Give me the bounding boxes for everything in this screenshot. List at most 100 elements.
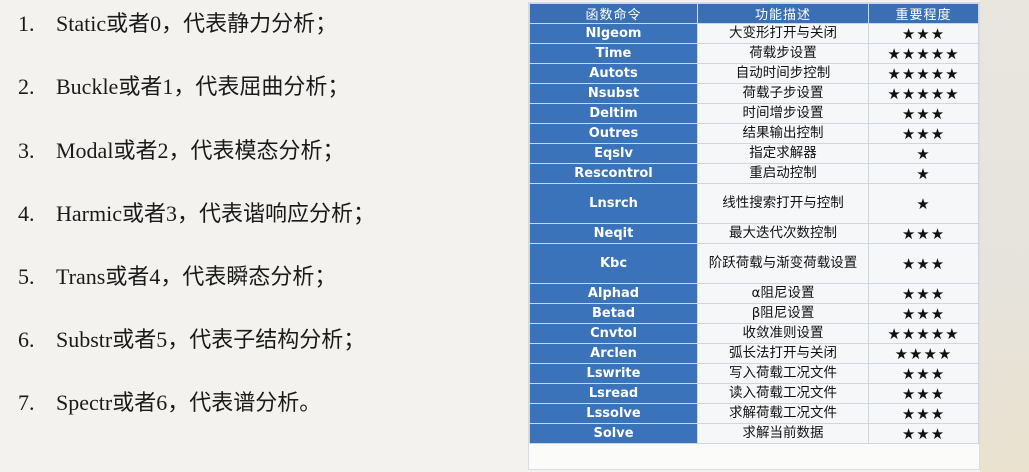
list-item: 1. Static或者0，代表静力分析； xyxy=(18,6,337,38)
description-cell: 荷载步设置 xyxy=(697,43,869,64)
description-cell: 收敛准则设置 xyxy=(697,323,869,344)
header-command: 函数命令 xyxy=(529,3,698,24)
rating-cell: ★★★ xyxy=(868,23,979,44)
background-edge xyxy=(980,0,1029,472)
list-item: 3. Modal或者2，代表模态分析； xyxy=(18,133,344,165)
command-cell: Deltim xyxy=(529,103,698,124)
table-row: Lsread 读入荷载工况文件 ★★★ xyxy=(529,383,979,404)
rating-cell: ★★★ xyxy=(868,303,979,324)
description-cell: 自动时间步控制 xyxy=(697,63,869,84)
table-row: Alphad α阻尼设置 ★★★ xyxy=(529,283,979,304)
table-row: Arclen 弧长法打开与关闭 ★★★★ xyxy=(529,343,979,364)
rating-cell: ★★★★★ xyxy=(868,323,979,344)
list-item-number: 1. xyxy=(18,11,35,36)
description-cell: 大变形打开与关闭 xyxy=(697,23,869,44)
command-cell: Rescontrol xyxy=(529,163,698,184)
rating-cell: ★★★ xyxy=(868,283,979,304)
description-cell: α阻尼设置 xyxy=(697,283,869,304)
description-cell: 结果输出控制 xyxy=(697,123,869,144)
command-table-panel: 函数命令 功能描述 重要程度 Nlgeom 大变形打开与关闭 ★★★ Time … xyxy=(529,3,979,469)
rating-cell: ★★★ xyxy=(868,383,979,404)
table-row: Eqslv 指定求解器 ★ xyxy=(529,143,979,164)
list-item: 6. Substr或者5，代表子结构分析； xyxy=(18,322,365,354)
list-item: 5. Trans或者4，代表瞬态分析； xyxy=(18,259,336,291)
rating-cell: ★ xyxy=(868,143,979,164)
description-cell: 写入荷载工况文件 xyxy=(697,363,869,384)
description-cell: 阶跃荷载与渐变荷载设置 xyxy=(697,243,869,284)
list-item-text: Modal或者2，代表模态分析； xyxy=(56,138,345,163)
command-cell: Lnsrch xyxy=(529,183,698,224)
list-item: 4. Harmic或者3，代表谐响应分析； xyxy=(18,196,375,228)
description-cell: β阻尼设置 xyxy=(697,303,869,324)
table-row: Rescontrol 重启动控制 ★ xyxy=(529,163,979,184)
header-importance: 重要程度 xyxy=(868,3,979,24)
command-cell: Arclen xyxy=(529,343,698,364)
table-row: Cnvtol 收敛准则设置 ★★★★★ xyxy=(529,323,979,344)
rating-cell: ★★★ xyxy=(868,423,979,444)
list-item: 2. Buckle或者1，代表屈曲分析； xyxy=(18,69,349,101)
rating-cell: ★★★★★ xyxy=(868,63,979,84)
list-item-number: 5. xyxy=(18,264,35,289)
table-row: Nsubst 荷载子步设置 ★★★★★ xyxy=(529,83,979,104)
description-cell: 求解荷载工况文件 xyxy=(697,403,869,424)
rating-cell: ★★★★ xyxy=(868,343,979,364)
command-table: 函数命令 功能描述 重要程度 Nlgeom 大变形打开与关闭 ★★★ Time … xyxy=(529,3,979,444)
rating-cell: ★★★★★ xyxy=(868,83,979,104)
analysis-type-list: 1. Static或者0，代表静力分析； 2. Buckle或者1，代表屈曲分析； … xyxy=(0,0,500,472)
description-cell: 最大迭代次数控制 xyxy=(697,223,869,244)
command-cell: Kbc xyxy=(529,243,698,284)
rating-cell: ★★★ xyxy=(868,223,979,244)
command-cell: Lswrite xyxy=(529,363,698,384)
list-item-text: Spectr或者6，代表谱分析。 xyxy=(56,390,322,415)
table-row: Lswrite 写入荷载工况文件 ★★★ xyxy=(529,363,979,384)
command-cell: Outres xyxy=(529,123,698,144)
command-cell: Time xyxy=(529,43,698,64)
table-row: Deltim 时间增步设置 ★★★ xyxy=(529,103,979,124)
description-cell: 读入荷载工况文件 xyxy=(697,383,869,404)
rating-cell: ★★★ xyxy=(868,363,979,384)
command-cell: Betad xyxy=(529,303,698,324)
list-item-text: Static或者0，代表静力分析； xyxy=(56,11,338,36)
description-cell: 重启动控制 xyxy=(697,163,869,184)
table-row: Time 荷载步设置 ★★★★★ xyxy=(529,43,979,64)
table-row: Autots 自动时间步控制 ★★★★★ xyxy=(529,63,979,84)
list-item-number: 4. xyxy=(18,201,35,226)
description-cell: 荷载子步设置 xyxy=(697,83,869,104)
description-cell: 求解当前数据 xyxy=(697,423,869,444)
command-cell: Nlgeom xyxy=(529,23,698,44)
list-item-text: Trans或者4，代表瞬态分析； xyxy=(56,264,337,289)
command-cell: Autots xyxy=(529,63,698,84)
command-cell: Lssolve xyxy=(529,403,698,424)
table-row: Kbc 阶跃荷载与渐变荷载设置 ★★★ xyxy=(529,243,979,284)
list-item-number: 3. xyxy=(18,138,35,163)
table-row: Lssolve 求解荷载工况文件 ★★★ xyxy=(529,403,979,424)
rating-cell: ★ xyxy=(868,183,979,224)
rating-cell: ★★★ xyxy=(868,403,979,424)
table-row: Nlgeom 大变形打开与关闭 ★★★ xyxy=(529,23,979,44)
table-row: Neqit 最大迭代次数控制 ★★★ xyxy=(529,223,979,244)
list-item-number: 7. xyxy=(18,390,35,415)
description-cell: 弧长法打开与关闭 xyxy=(697,343,869,364)
command-cell: Cnvtol xyxy=(529,323,698,344)
rating-cell: ★★★★★ xyxy=(868,43,979,64)
list-item-text: Buckle或者1，代表屈曲分析； xyxy=(56,74,350,99)
header-description: 功能描述 xyxy=(697,3,869,24)
command-cell: Solve xyxy=(529,423,698,444)
rating-cell: ★ xyxy=(868,163,979,184)
table-row: Outres 结果输出控制 ★★★ xyxy=(529,123,979,144)
list-item-number: 6. xyxy=(18,327,35,352)
command-cell: Nsubst xyxy=(529,83,698,104)
rating-cell: ★★★ xyxy=(868,243,979,284)
list-item-text: Substr或者5，代表子结构分析； xyxy=(56,327,366,352)
list-item: 7. Spectr或者6，代表谱分析。 xyxy=(18,385,321,417)
list-item-number: 2. xyxy=(18,74,35,99)
command-cell: Neqit xyxy=(529,223,698,244)
table-row: Betad β阻尼设置 ★★★ xyxy=(529,303,979,324)
command-cell: Alphad xyxy=(529,283,698,304)
list-item-text: Harmic或者3，代表谐响应分析； xyxy=(56,201,375,226)
rating-cell: ★★★ xyxy=(868,123,979,144)
command-cell: Eqslv xyxy=(529,143,698,164)
command-cell: Lsread xyxy=(529,383,698,404)
description-cell: 线性搜索打开与控制 xyxy=(697,183,869,224)
description-cell: 时间增步设置 xyxy=(697,103,869,124)
